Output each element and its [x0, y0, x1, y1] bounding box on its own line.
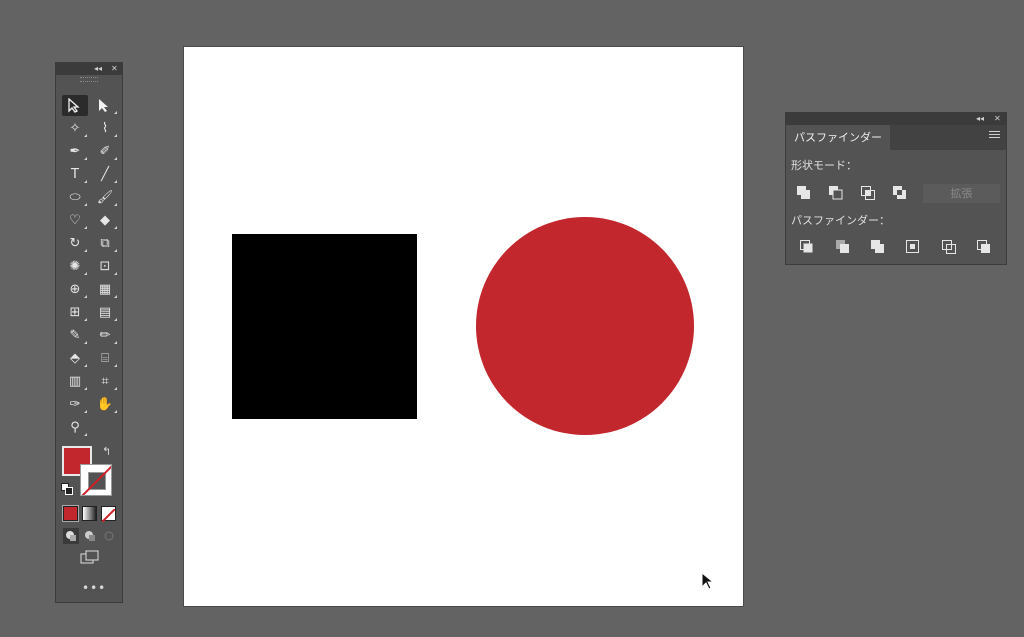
symbol-sprayer-tool-icon[interactable]: ⌸	[92, 348, 118, 369]
free-transform-tool-icon[interactable]: ⊡	[92, 256, 118, 277]
shape-modes-label: 形状モード：	[791, 159, 857, 172]
mesh-tool-icon[interactable]: ⊞	[62, 302, 88, 323]
pathfinders-label: パスファインダー：	[791, 214, 890, 227]
draw-inside-icon[interactable]	[101, 528, 117, 544]
drag-grip[interactable]	[80, 77, 98, 82]
draw-normal-icon[interactable]	[63, 528, 79, 544]
shape-builder-tool-icon[interactable]: ⊕	[62, 279, 88, 300]
ellipse-tool-icon[interactable]: ⬭	[62, 187, 88, 208]
none-slash-small-icon	[101, 508, 116, 523]
pen-tool-icon[interactable]: ✒	[62, 141, 88, 162]
panel-menu-icon[interactable]	[989, 131, 1000, 141]
hand-tool-icon[interactable]: ✋	[92, 394, 118, 415]
black-square[interactable]	[232, 234, 417, 419]
merge-icon[interactable]	[870, 239, 886, 255]
mouse-cursor-icon	[701, 572, 715, 590]
draw-behind-icon[interactable]	[82, 528, 98, 544]
none-mode-button[interactable]	[101, 506, 116, 523]
unite-icon[interactable]	[796, 185, 812, 201]
eraser-tool-icon[interactable]: ◆	[92, 210, 118, 231]
direct-selection-tool-icon[interactable]	[92, 95, 118, 116]
color-mode-button[interactable]	[62, 505, 79, 522]
screen-mode-icon[interactable]	[80, 550, 100, 566]
pathfinder-panel-header[interactable]: ◂◂ ✕	[786, 113, 1006, 125]
default-fill-stroke-icon[interactable]	[61, 483, 73, 495]
paintbrush-tool-icon[interactable]: 🖌	[92, 187, 118, 208]
line-segment-tool-icon[interactable]: ╱	[92, 164, 118, 185]
artboard[interactable]	[184, 47, 743, 606]
live-paint-bucket-tool-icon[interactable]: ⬘	[62, 348, 88, 369]
lasso-tool-icon[interactable]: ⌇	[92, 118, 118, 139]
none-slash-icon	[81, 465, 111, 495]
minus-back-icon[interactable]	[976, 239, 992, 255]
gradient-mode-button[interactable]	[82, 506, 97, 521]
intersect-icon[interactable]	[860, 185, 876, 201]
magic-wand-tool-icon[interactable]: ✧	[62, 118, 88, 139]
close-icon[interactable]: ✕	[111, 63, 118, 75]
expand-button[interactable]: 拡張	[923, 184, 1000, 203]
pathfinder-panel: ◂◂ ✕ パスファインダー 形状モード： 拡張 パスファインダー：	[785, 112, 1007, 265]
puppet-warp-tool-icon[interactable]: ✺	[62, 256, 88, 277]
scale-tool-icon[interactable]: ⧉	[92, 233, 118, 254]
collapse-icon[interactable]: ◂◂	[94, 63, 102, 75]
edit-toolbar-icon[interactable]: •••	[82, 582, 106, 594]
column-graph-tool-icon[interactable]: ▥	[62, 371, 88, 392]
perspective-grid-tool-icon[interactable]: ▦	[92, 279, 118, 300]
crop-icon[interactable]	[905, 239, 921, 255]
outline-icon[interactable]	[941, 239, 957, 255]
type-tool-icon[interactable]: T	[62, 164, 88, 185]
rotate-tool-icon[interactable]: ↻	[62, 233, 88, 254]
minus-front-icon[interactable]	[828, 185, 844, 201]
slice-tool-icon[interactable]: ✑	[62, 394, 88, 415]
blend-tool-icon[interactable]: ✎	[62, 325, 88, 346]
divide-icon[interactable]	[799, 239, 815, 255]
eyedropper-tool-icon[interactable]: ✏	[92, 325, 118, 346]
tab-pathfinder[interactable]: パスファインダー	[786, 125, 890, 150]
artboard-tool-icon[interactable]: ⌗	[92, 371, 118, 392]
shaper-tool-icon[interactable]: ♡	[62, 210, 88, 231]
collapse-icon[interactable]: ◂◂	[976, 113, 984, 125]
pathfinder-tabbar: パスファインダー	[786, 125, 1006, 150]
swap-fill-stroke-icon[interactable]: ↰	[102, 446, 114, 458]
curvature-tool-icon[interactable]: ✐	[92, 141, 118, 162]
zoom-tool-icon[interactable]: ⚲	[62, 417, 88, 438]
exclude-icon[interactable]	[892, 185, 908, 201]
tools-panel-header[interactable]: ◂◂ ✕	[56, 63, 122, 75]
tools-panel: ◂◂ ✕ ✧ ⌇ ✒ ✐ T ╱ ⬭ 🖌 ♡ ◆ ↻ ⧉ ✺ ⊡ ⊕ ▦ ⊞ ▤ ✎ ✏ ⬘ ⌸ ▥ ⌗ ✑ ✋ ⚲ ↰ •••	[55, 62, 123, 603]
selection-tool-icon[interactable]	[62, 95, 88, 116]
trim-icon[interactable]	[835, 239, 851, 255]
red-circle[interactable]	[476, 217, 694, 435]
stroke-color-swatch[interactable]	[80, 464, 112, 496]
close-icon[interactable]: ✕	[994, 113, 1001, 125]
gradient-tool-icon[interactable]: ▤	[92, 302, 118, 323]
